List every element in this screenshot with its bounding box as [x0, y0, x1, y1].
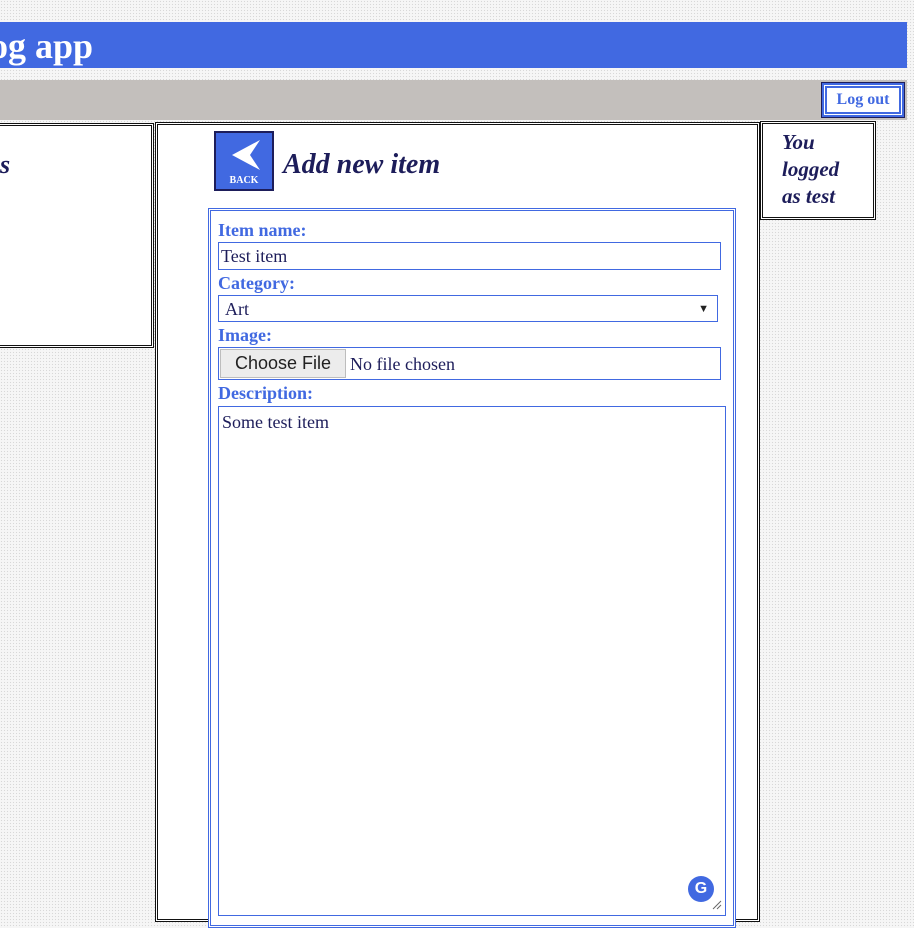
back-button-label: BACK — [229, 175, 259, 186]
category-selected-value: Art — [225, 299, 249, 319]
nav-bar — [0, 80, 907, 120]
category-select[interactable]: Art ▼ — [218, 295, 718, 322]
page-title: Add new item — [283, 149, 441, 180]
left-sidebar-panel — [0, 123, 154, 348]
category-label: Category: — [218, 273, 295, 293]
logged-in-user-text: You logged as test — [782, 130, 840, 208]
app-title: log app — [0, 26, 94, 66]
image-file-input: Choose File No file chosen — [218, 347, 721, 380]
file-status-text: No file chosen — [350, 354, 455, 374]
resize-handle-icon[interactable] — [712, 900, 722, 910]
header-bar — [0, 22, 907, 68]
chevron-down-icon: ▼ — [698, 303, 709, 315]
description-textarea[interactable]: Some test item — [218, 406, 726, 916]
back-button[interactable]: BACK — [214, 131, 274, 191]
logout-button[interactable]: Log out — [821, 82, 905, 118]
description-label: Description: — [218, 383, 313, 403]
left-panel-heading: s — [0, 150, 11, 179]
item-name-input[interactable]: Test item — [218, 242, 721, 270]
choose-file-button[interactable]: Choose File — [220, 349, 346, 378]
item-name-label: Item name: — [218, 220, 307, 240]
back-arrow-icon — [232, 140, 260, 170]
image-label: Image: — [218, 325, 272, 345]
grammarly-icon[interactable]: G — [688, 876, 714, 902]
